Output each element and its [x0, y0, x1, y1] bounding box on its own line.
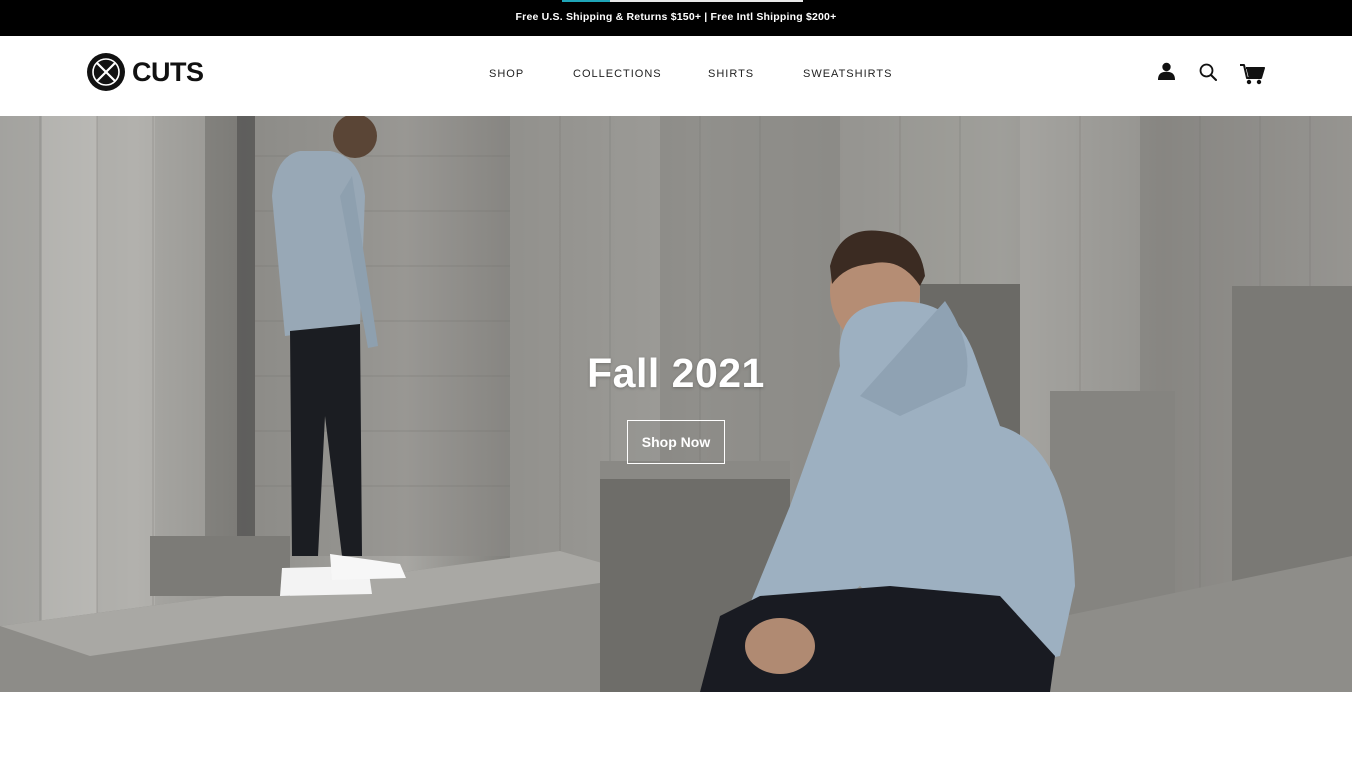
main-nav: SHOP COLLECTIONS SHIRTS SWEATSHIRTS: [0, 36, 1352, 116]
nav-shirts[interactable]: SHIRTS: [708, 68, 754, 80]
search-icon[interactable]: [1199, 63, 1217, 81]
site-header: CUTS SHOP COLLECTIONS SHIRTS SWEATSHIRTS: [0, 36, 1352, 116]
announcement-text: Free U.S. Shipping & Returns $150+ | Fre…: [515, 11, 837, 23]
announcement-bar: Free U.S. Shipping & Returns $150+ | Fre…: [0, 0, 1352, 36]
account-icon[interactable]: [1157, 62, 1176, 81]
hero-image: [0, 116, 1352, 692]
shipping-progress-bar: [562, 0, 803, 2]
hero-title: Fall 2021: [587, 350, 765, 396]
shipping-progress-fill: [562, 0, 611, 2]
cart-icon[interactable]: [1239, 63, 1265, 85]
nav-collections[interactable]: COLLECTIONS: [573, 68, 662, 80]
shop-now-button[interactable]: Shop Now: [627, 420, 725, 464]
hero-banner: Fall 2021 Shop Now: [0, 116, 1352, 692]
nav-shop[interactable]: SHOP: [489, 68, 524, 80]
page-content-area: [0, 692, 1352, 768]
nav-sweatshirts[interactable]: SWEATSHIRTS: [803, 68, 892, 80]
